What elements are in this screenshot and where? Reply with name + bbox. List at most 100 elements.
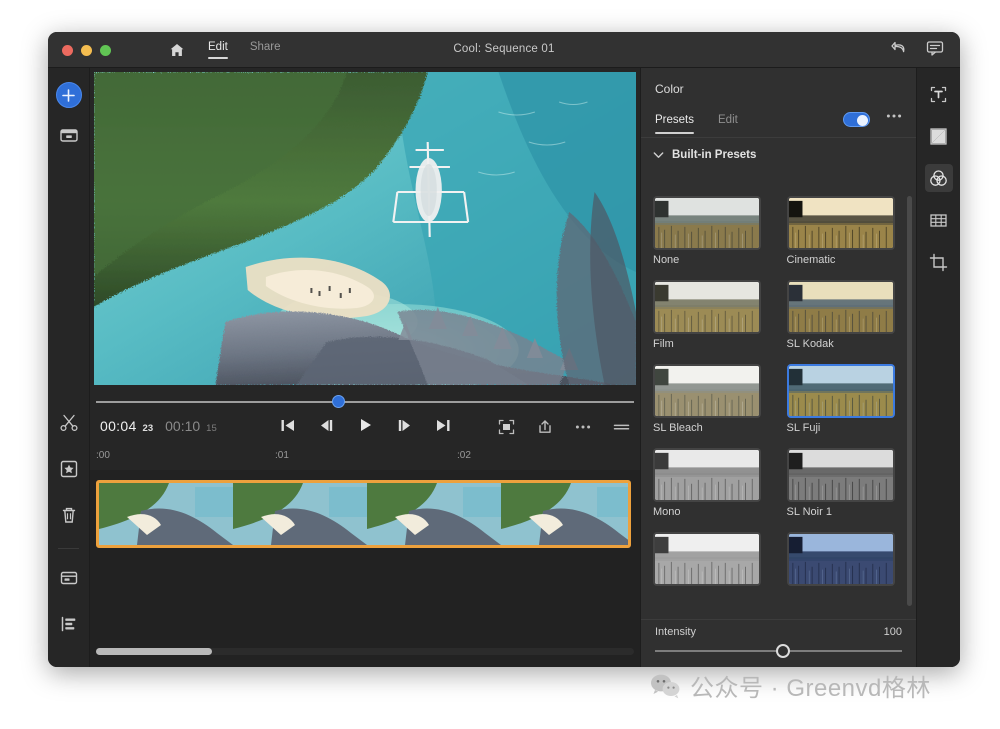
preset-item[interactable]: Mono: [653, 448, 761, 526]
editor-center: 00:04 23 00:10 15:00:01:02: [90, 68, 640, 667]
split-clip-button[interactable]: [56, 410, 82, 436]
scrubber-handle[interactable]: [332, 395, 346, 408]
add-effect-button[interactable]: [56, 456, 82, 482]
toolbar-divider: [58, 548, 79, 549]
text-tool[interactable]: [925, 80, 953, 108]
timeline-clip[interactable]: [96, 480, 631, 548]
clip-thumbnail: [99, 483, 233, 545]
undo-icon[interactable]: [891, 41, 908, 56]
titlebar-actions: [891, 40, 944, 56]
preset-thumbnail[interactable]: [786, 364, 895, 418]
app-window: Edit Share Cool: Sequence 01 00:04 23 00…: [48, 32, 960, 667]
comment-icon[interactable]: [926, 40, 944, 56]
preset-label: SL Fuji: [786, 422, 821, 434]
add-media-button[interactable]: [55, 82, 82, 108]
preset-item[interactable]: Cinematic: [786, 196, 895, 274]
color-enable-toggle[interactable]: [843, 112, 870, 127]
left-toolbar: [48, 68, 90, 667]
preset-item[interactable]: SL Kodak: [786, 280, 895, 358]
preset-item[interactable]: SL Fuji: [786, 364, 895, 442]
preset-item[interactable]: SL Bleach: [653, 364, 761, 442]
intensity-control[interactable]: Intensity 100: [641, 619, 916, 667]
toggle-knob: [856, 114, 868, 126]
captions-button[interactable]: [56, 565, 82, 591]
intensity-label: Intensity: [655, 626, 696, 638]
equals-icon[interactable]: [613, 422, 630, 432]
panel-more-button[interactable]: [886, 113, 902, 119]
preset-item[interactable]: [653, 532, 761, 594]
skip-end-icon[interactable]: [435, 418, 452, 433]
clip-thumbnail: [233, 483, 367, 545]
ruler-label: :01: [275, 450, 289, 461]
preset-item[interactable]: None: [653, 196, 761, 274]
preset-item[interactable]: [786, 532, 895, 594]
timeline-ruler[interactable]: :00 :01 :02: [90, 448, 640, 470]
preset-thumbnail[interactable]: [653, 448, 761, 502]
intensity-slider-track[interactable]: [655, 644, 902, 658]
fit-screen-icon[interactable]: [498, 419, 515, 435]
app-body: 00:04 23 00:10 15:00:01:02 Color Pres…: [48, 68, 960, 667]
preset-label: SL Bleach: [653, 422, 703, 434]
preset-item[interactable]: SL Noir 1: [786, 448, 895, 526]
panel-tabs[interactable]: Presets Edit: [641, 110, 916, 138]
preset-label: SL Kodak: [786, 338, 834, 350]
presets-grid[interactable]: None Cinematic Film SL Kodak SL Bleach S…: [653, 196, 902, 617]
player-tools[interactable]: [498, 419, 630, 435]
tab-edit[interactable]: Edit: [718, 114, 738, 134]
ellipsis-icon[interactable]: [575, 424, 591, 430]
right-toolbar: [916, 68, 960, 667]
preview-image: [94, 72, 636, 385]
intensity-value[interactable]: 100: [884, 626, 902, 638]
preset-label: Film: [653, 338, 674, 350]
preset-label: Cinematic: [786, 254, 836, 266]
step-back-icon[interactable]: [318, 418, 335, 433]
preset-thumbnail[interactable]: [653, 196, 761, 250]
presets-scrollbar[interactable]: [907, 196, 912, 606]
ruler-label: :02: [457, 450, 471, 461]
preset-thumbnail[interactable]: [653, 280, 761, 334]
clip-thumbnail: [501, 483, 628, 545]
chevron-down-icon[interactable]: [653, 151, 664, 159]
timeline[interactable]: [90, 470, 640, 667]
tab-presets[interactable]: Presets: [655, 114, 694, 134]
preset-item[interactable]: Film: [653, 280, 761, 358]
transitions-tool[interactable]: [925, 122, 953, 150]
delete-button[interactable]: [56, 502, 82, 528]
effects-tool[interactable]: [925, 206, 953, 234]
preset-thumbnail[interactable]: [786, 448, 895, 502]
preset-thumbnail[interactable]: [653, 364, 761, 418]
color-tool[interactable]: [924, 164, 953, 192]
project-title: Cool: Sequence 01: [453, 43, 555, 55]
transport-bar: 00:04 23 00:10 15: [90, 414, 640, 444]
built-in-presets-header[interactable]: Built-in Presets: [641, 138, 916, 169]
timeline-scrollbar-thumb[interactable]: [96, 648, 212, 655]
clip-thumbnail: [367, 483, 501, 545]
play-icon[interactable]: [357, 417, 374, 433]
intensity-row: Intensity 100: [655, 626, 902, 638]
preset-thumbnail[interactable]: [653, 532, 761, 586]
preset-thumbnail[interactable]: [786, 196, 895, 250]
clip-filmstrip: [99, 483, 628, 545]
section-label: Built-in Presets: [672, 149, 757, 161]
intensity-slider-handle[interactable]: [776, 644, 791, 658]
screenshot-root: Edit Share Cool: Sequence 01 00:04 23 00…: [0, 0, 1000, 729]
watermark: 公众号 · Greenvd格林: [650, 668, 931, 703]
scrubber-track[interactable]: [96, 401, 634, 403]
crop-tool[interactable]: [925, 248, 953, 276]
watermark-text: 公众号 · Greenvd格林: [690, 675, 931, 702]
preset-thumbnail[interactable]: [786, 532, 895, 586]
preset-label: Mono: [653, 506, 681, 518]
title-bar: Edit Share Cool: Sequence 01: [48, 32, 960, 68]
playback-scrubber[interactable]: [96, 395, 634, 409]
preset-thumbnail[interactable]: [786, 280, 895, 334]
video-preview[interactable]: [94, 72, 636, 385]
skip-start-icon[interactable]: [279, 418, 296, 433]
export-icon[interactable]: [537, 419, 553, 435]
wechat-icon: [650, 673, 680, 699]
media-browser-button[interactable]: [56, 122, 82, 148]
color-panel: Color Presets Edit Built-in Presets None…: [640, 68, 916, 667]
step-forward-icon[interactable]: [396, 418, 413, 433]
panel-title: Color: [655, 82, 684, 96]
properties-button[interactable]: [56, 611, 82, 637]
preset-label: None: [653, 254, 680, 266]
